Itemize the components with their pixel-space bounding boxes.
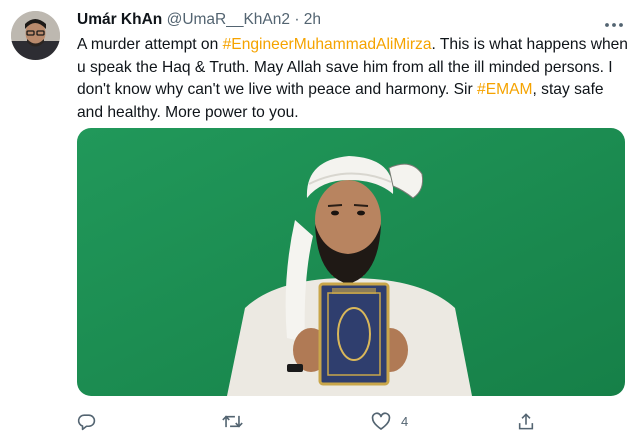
reply-icon: [77, 412, 96, 431]
more-icon[interactable]: [604, 12, 624, 33]
retweet-icon: [222, 412, 243, 431]
meta-separator: ·: [290, 11, 304, 28]
tweet-text: A murder attempt on #EngineerMuhammadAli…: [77, 34, 632, 124]
hashtag-link[interactable]: #EMAM: [477, 81, 532, 98]
avatar-image: [11, 11, 60, 60]
tweet-header: Umár KhAn @UmaR__KhAn2 · 2h: [77, 10, 321, 30]
like-count: 4: [401, 413, 409, 429]
tweet-text-part: A murder attempt on: [77, 36, 223, 53]
hashtag-link[interactable]: #EngineerMuhammadAliMirza: [223, 36, 432, 53]
tweet-card[interactable]: Umár KhAn @UmaR__KhAn2 · 2h A murder att…: [0, 0, 640, 443]
tweet-media-photo[interactable]: [77, 128, 625, 396]
photo-illustration: [77, 128, 625, 396]
retweet-button[interactable]: [222, 406, 253, 436]
reply-button[interactable]: [77, 406, 106, 436]
avatar[interactable]: [11, 11, 60, 60]
share-icon: [517, 412, 535, 431]
share-button[interactable]: [517, 406, 535, 436]
action-bar: 4: [77, 406, 625, 436]
tweet-time[interactable]: 2h: [304, 11, 321, 28]
like-button[interactable]: 4: [371, 406, 408, 436]
author-name[interactable]: Umár KhAn: [77, 11, 162, 28]
like-icon: [371, 411, 391, 431]
author-handle[interactable]: @UmaR__KhAn2: [167, 11, 290, 28]
